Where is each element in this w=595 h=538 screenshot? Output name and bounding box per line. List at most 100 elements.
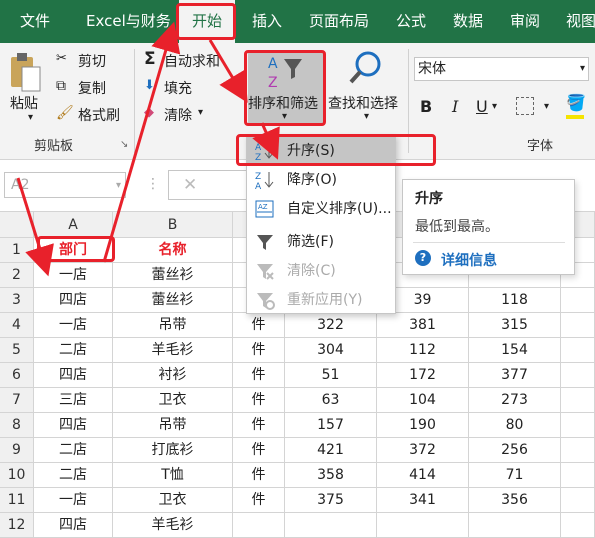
cancel-icon[interactable]: ✕ (183, 175, 197, 195)
table-cell[interactable] (561, 388, 595, 413)
table-cell[interactable] (561, 463, 595, 488)
row-header[interactable]: 12 (0, 513, 34, 538)
table-cell[interactable]: 一店 (34, 313, 113, 338)
table-cell[interactable]: 414 (377, 463, 469, 488)
table-cell[interactable] (561, 363, 595, 388)
table-cell[interactable]: 打底衫 (113, 438, 233, 463)
table-cell[interactable]: 卫衣 (113, 488, 233, 513)
table-cell[interactable]: 件 (233, 388, 285, 413)
tab-review[interactable]: 审阅 (510, 0, 540, 43)
table-cell[interactable]: 二店 (34, 438, 113, 463)
name-box-dropdown-icon[interactable]: ▾ (116, 180, 121, 191)
clear-dropdown-icon[interactable]: ▾ (198, 107, 203, 118)
table-cell[interactable] (469, 513, 561, 538)
clipboard-launcher-icon[interactable]: ↘ (120, 139, 128, 150)
row-header[interactable]: 5 (0, 338, 34, 363)
table-cell[interactable]: 卫衣 (113, 388, 233, 413)
table-cell[interactable] (377, 513, 469, 538)
table-cell[interactable]: 157 (285, 413, 377, 438)
table-cell[interactable]: 羊毛衫 (113, 338, 233, 363)
italic-button[interactable]: I (452, 97, 458, 116)
cut-button[interactable]: 剪切 (78, 51, 106, 71)
table-cell[interactable]: 112 (377, 338, 469, 363)
row-header[interactable]: 1 (0, 238, 34, 263)
tab-view[interactable]: 视图 (566, 0, 595, 43)
table-cell[interactable]: 羊毛衫 (113, 513, 233, 538)
row-header[interactable]: 7 (0, 388, 34, 413)
name-box[interactable]: A2 (4, 172, 126, 198)
row-header[interactable]: 8 (0, 413, 34, 438)
table-cell[interactable] (561, 338, 595, 363)
column-header-b[interactable]: B (113, 212, 233, 238)
paste-button[interactable] (8, 51, 42, 95)
row-header[interactable]: 2 (0, 263, 34, 288)
table-cell[interactable]: 三店 (34, 388, 113, 413)
table-cell[interactable]: 蕾丝衫 (113, 263, 233, 288)
tab-excel-finance[interactable]: Excel与财务 (86, 0, 171, 43)
table-cell[interactable] (561, 513, 595, 538)
table-cell[interactable]: 二店 (34, 463, 113, 488)
menu-item-sort-descending[interactable]: ZA 降序(O) (247, 166, 395, 194)
table-cell[interactable]: 375 (285, 488, 377, 513)
tooltip-more-info-link[interactable]: 详细信息 (441, 250, 497, 270)
table-cell[interactable]: 80 (469, 413, 561, 438)
table-cell[interactable] (285, 513, 377, 538)
find-select-dropdown-icon[interactable]: ▾ (364, 111, 369, 122)
table-cell[interactable]: 名称 (113, 238, 233, 263)
paste-dropdown-icon[interactable]: ▾ (28, 112, 33, 123)
font-name-select[interactable]: 宋体 ▾ (414, 57, 589, 81)
table-cell[interactable]: 381 (377, 313, 469, 338)
copy-button[interactable]: 复制 (78, 78, 106, 98)
table-cell[interactable]: 256 (469, 438, 561, 463)
clear-button[interactable]: 清除 (164, 105, 192, 125)
tab-insert[interactable]: 插入 (252, 0, 282, 43)
table-cell[interactable]: 四店 (34, 288, 113, 313)
table-cell[interactable]: 衬衫 (113, 363, 233, 388)
table-cell[interactable]: 63 (285, 388, 377, 413)
table-cell[interactable]: 118 (469, 288, 561, 313)
table-cell[interactable] (233, 513, 285, 538)
tab-file[interactable]: 文件 (20, 0, 50, 43)
table-cell[interactable]: 四店 (34, 363, 113, 388)
table-cell[interactable] (561, 288, 595, 313)
format-painter-button[interactable]: 格式刷 (78, 105, 120, 125)
row-header[interactable]: 11 (0, 488, 34, 513)
table-cell[interactable] (561, 413, 595, 438)
underline-dropdown-icon[interactable]: ▾ (492, 101, 497, 112)
table-cell[interactable]: 件 (233, 313, 285, 338)
menu-item-custom-sort[interactable]: AZ 自定义排序(U)... (247, 195, 395, 223)
table-cell[interactable]: 四店 (34, 513, 113, 538)
row-header[interactable]: 10 (0, 463, 34, 488)
table-cell[interactable]: 件 (233, 413, 285, 438)
table-cell[interactable]: 吊带 (113, 313, 233, 338)
table-cell[interactable]: 304 (285, 338, 377, 363)
row-header[interactable]: 4 (0, 313, 34, 338)
table-cell[interactable]: 件 (233, 438, 285, 463)
table-cell[interactable]: 51 (285, 363, 377, 388)
table-cell[interactable]: 件 (233, 488, 285, 513)
borders-dropdown-icon[interactable]: ▾ (544, 101, 549, 112)
table-cell[interactable]: 二店 (34, 338, 113, 363)
table-cell[interactable]: 一店 (34, 488, 113, 513)
table-cell[interactable]: 件 (233, 363, 285, 388)
table-cell[interactable]: 四店 (34, 413, 113, 438)
table-cell[interactable]: 蕾丝衫 (113, 288, 233, 313)
column-header-a[interactable]: A (34, 212, 113, 238)
bold-button[interactable]: B (420, 97, 432, 116)
table-cell[interactable]: 190 (377, 413, 469, 438)
autosum-button[interactable]: 自动求和 (164, 51, 226, 71)
row-header[interactable]: 9 (0, 438, 34, 463)
table-cell[interactable]: 372 (377, 438, 469, 463)
borders-button[interactable] (516, 97, 534, 115)
fill-button[interactable]: 填充 (164, 78, 192, 98)
table-cell[interactable]: 104 (377, 388, 469, 413)
table-cell[interactable]: 一店 (34, 263, 113, 288)
find-select-button[interactable]: 查找和选择 (328, 93, 398, 113)
table-cell[interactable] (561, 438, 595, 463)
table-cell[interactable]: 358 (285, 463, 377, 488)
tab-data[interactable]: 数据 (453, 0, 483, 43)
table-cell[interactable]: 421 (285, 438, 377, 463)
select-all-corner[interactable] (0, 212, 34, 238)
table-cell[interactable]: 件 (233, 463, 285, 488)
table-cell[interactable]: 154 (469, 338, 561, 363)
